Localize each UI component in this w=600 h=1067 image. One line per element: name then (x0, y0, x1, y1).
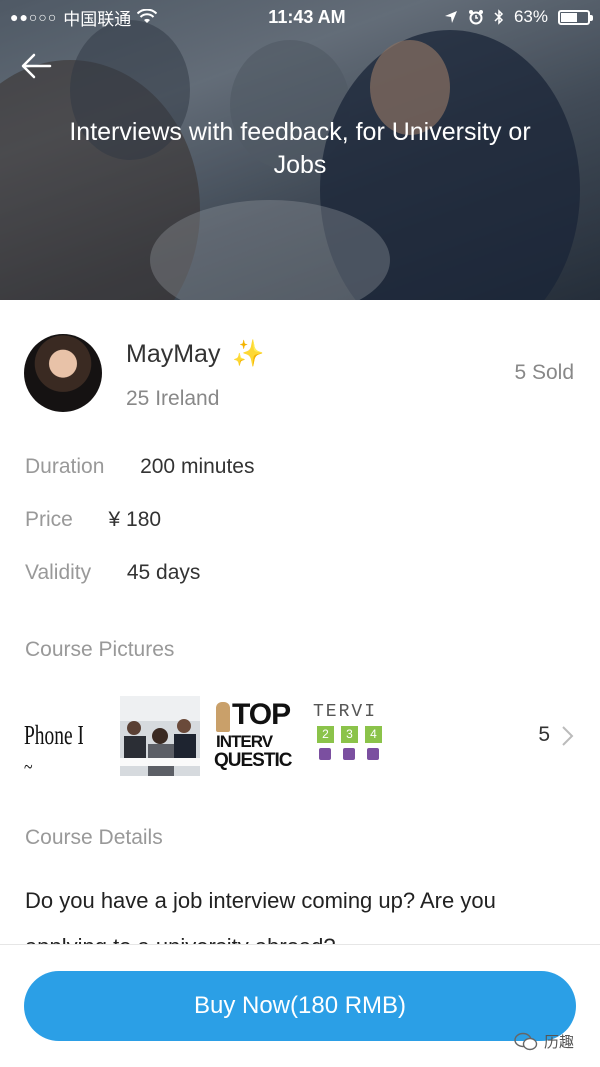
watermark-text: 历趣 (543, 1034, 574, 1051)
course-picture-3-line1: TOP (232, 698, 291, 731)
figure-icon (216, 702, 230, 732)
bluetooth-icon (494, 9, 504, 25)
battery-percent: 63% (513, 7, 548, 26)
tutor-avatar[interactable] (24, 334, 102, 412)
tutor-details: 25 Ireland (126, 387, 220, 410)
course-details-title: Course Details (25, 826, 163, 849)
course-details-text: Do you have a job interview coming up? A… (25, 888, 496, 946)
course-pictures-strip[interactable]: Phone Int ~ TOP INTERV QUESTIC TERVI 2 3… (0, 690, 600, 782)
signal-strength: ●●○○○ (10, 9, 58, 25)
course-picture-4-caption: TERVI (313, 702, 378, 722)
course-picture-1-caption: Phone Int (24, 720, 83, 750)
chair-icons (319, 748, 379, 760)
chevron-right-icon[interactable] (560, 724, 576, 748)
course-picture-2[interactable] (120, 696, 200, 776)
course-picture-3[interactable]: TOP INTERV QUESTIC (214, 696, 294, 776)
watermark: 历趣 (514, 1031, 574, 1052)
sparkle-icon: ✨ (232, 338, 265, 368)
alarm-icon (468, 10, 483, 25)
validity-label: Validity (25, 561, 92, 584)
location-arrow-icon (444, 11, 457, 23)
clock: 11:43 AM (268, 6, 346, 27)
status-bar: ●●○○○ 中国联通 11:43 AM 63% (0, 0, 600, 34)
duration-label: Duration (25, 455, 105, 478)
steps-row: 2 3 4 (317, 726, 382, 743)
validity-value: 45 days (126, 561, 201, 584)
duration-value: 200 minutes (140, 455, 255, 478)
course-picture-3-line2: INTERV (216, 732, 273, 751)
wechat-icon (514, 1032, 538, 1050)
course-pictures-title: Course Pictures (25, 638, 175, 661)
wifi-icon (137, 9, 158, 23)
hero-banner: ●●○○○ 中国联通 11:43 AM 63% Interviews with … (0, 0, 600, 300)
sold-count: 5 Sold (514, 361, 574, 384)
step-badge: 2 (317, 726, 334, 743)
buy-now-button[interactable]: Buy Now(180 RMB) (24, 971, 576, 1041)
duration-row: Duration 200 minutes (25, 455, 254, 479)
price-value: ¥ 180 (108, 508, 162, 531)
validity-row: Validity 45 days (25, 561, 200, 585)
squiggle-icon: ~ (24, 754, 33, 776)
interview-photo-image (120, 696, 200, 776)
back-arrow-icon[interactable] (18, 48, 54, 84)
price-label: Price (25, 508, 73, 531)
footer-bar: Buy Now(180 RMB) 历趣 (0, 944, 600, 1067)
carrier-name: 中国联通 (63, 9, 132, 29)
battery-icon (558, 9, 593, 25)
course-picture-1[interactable]: Phone Int ~ (24, 696, 83, 776)
step-badge: 4 (365, 726, 382, 743)
course-title: Interviews with feedback, for University… (69, 118, 531, 179)
picture-count: 5 (538, 723, 550, 746)
tutor-name: MayMay (126, 340, 221, 368)
course-picture-4[interactable]: TERVI 2 3 4 (311, 696, 391, 776)
step-badge: 3 (341, 726, 358, 743)
course-picture-3-line3: QUESTIC (214, 750, 292, 771)
price-row: Price ¥ 180 (25, 508, 161, 532)
